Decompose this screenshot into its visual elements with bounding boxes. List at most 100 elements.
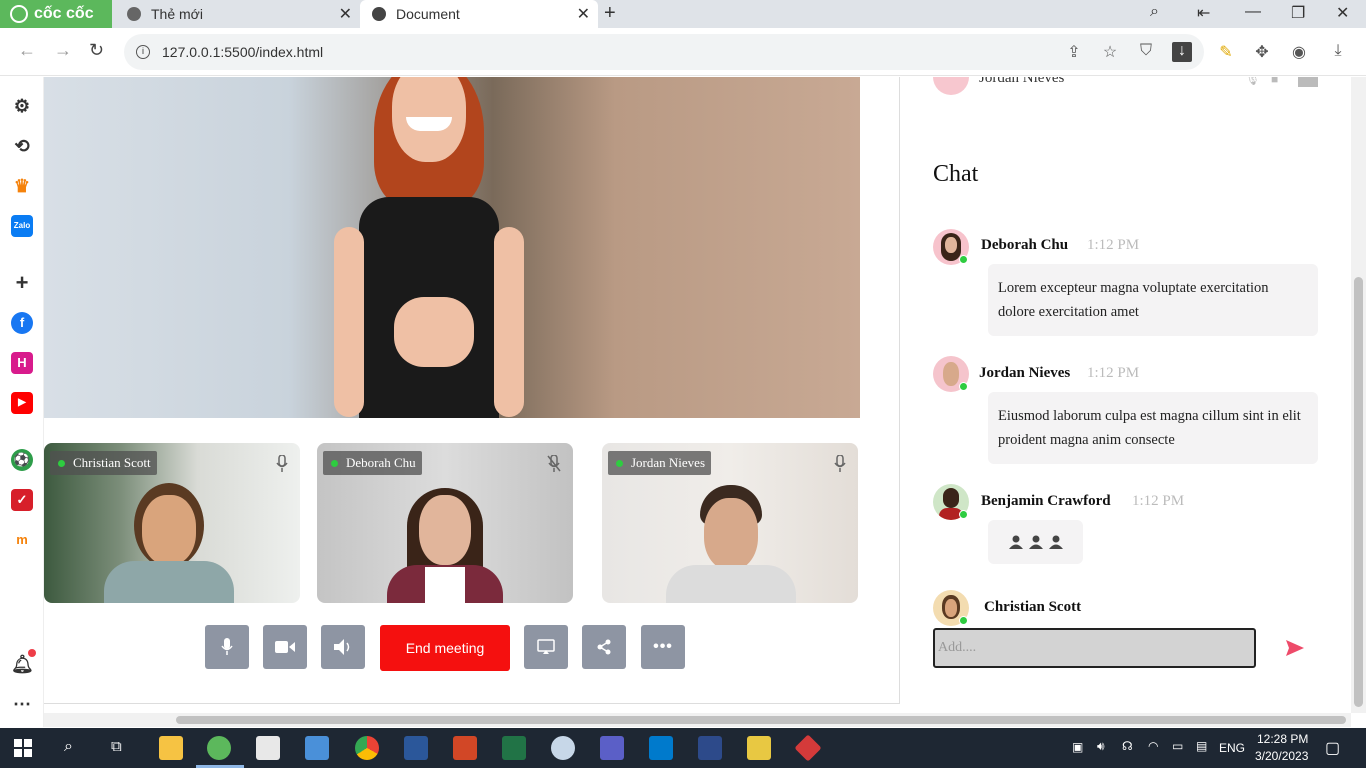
close-icon[interactable]: ✕ bbox=[339, 4, 352, 24]
ellipsis-icon: ••• bbox=[653, 638, 673, 655]
mic-toggle-button[interactable] bbox=[205, 625, 249, 669]
battery-icon[interactable]: ▭ bbox=[1172, 739, 1183, 753]
message-author: Benjamin Crawford bbox=[981, 493, 1111, 509]
back-arrow-icon[interactable]: ⇤ bbox=[1197, 3, 1210, 23]
soccer-icon[interactable]: ⚽ bbox=[11, 449, 33, 471]
chat-message-input[interactable] bbox=[933, 628, 1256, 668]
clock-date[interactable]: 3/20/2023 bbox=[1255, 749, 1308, 763]
tab-document[interactable]: Document ✕ bbox=[360, 0, 598, 28]
search-icon[interactable]: ⌕ bbox=[64, 738, 73, 756]
speaker-figure bbox=[334, 77, 524, 418]
download-page-icon[interactable]: ↓ bbox=[1172, 42, 1192, 62]
youtube-icon[interactable]: ▶ bbox=[11, 392, 33, 414]
microphone-icon bbox=[221, 638, 233, 655]
paint-icon[interactable] bbox=[551, 736, 575, 760]
restore-icon[interactable]: ❐ bbox=[1291, 3, 1305, 23]
video-camera-icon[interactable]: ■ bbox=[1271, 77, 1278, 86]
vertical-scroll-thumb[interactable] bbox=[1354, 277, 1363, 707]
network-icon[interactable]: ▤ bbox=[1196, 739, 1207, 753]
more-icon[interactable]: ⋯ bbox=[11, 693, 33, 715]
downloads-icon[interactable]: ⤓ bbox=[1328, 42, 1348, 62]
photos-icon[interactable] bbox=[305, 736, 329, 760]
search-tabs-icon[interactable]: ⌕ bbox=[1150, 3, 1159, 21]
speaker-toggle-button[interactable] bbox=[321, 625, 365, 669]
dev-app-icon[interactable] bbox=[698, 736, 722, 760]
vertical-scrollbar[interactable] bbox=[1351, 77, 1366, 713]
address-bar-row: ← → ↻ i 127.0.0.1:5500/index.html ⇪ ☆ ⛉ … bbox=[0, 28, 1366, 76]
reload-icon[interactable]: ↻ bbox=[89, 40, 104, 61]
participant-top bbox=[425, 567, 465, 603]
word-icon[interactable] bbox=[404, 736, 428, 760]
shop-icon[interactable]: m bbox=[11, 529, 33, 551]
meeting-stage: Christian Scott Deborah Chu Jordan Nieve… bbox=[44, 77, 900, 704]
wifi-icon[interactable]: ◠ bbox=[1148, 739, 1158, 753]
back-icon[interactable]: ← bbox=[18, 40, 36, 61]
vscode-icon[interactable] bbox=[649, 736, 673, 760]
headset-icon[interactable]: ☊ bbox=[1122, 739, 1133, 753]
cast-screen-button[interactable] bbox=[524, 625, 568, 669]
more-icon[interactable] bbox=[1298, 77, 1318, 87]
camera-toggle-button[interactable] bbox=[263, 625, 307, 669]
bookmark-star-icon[interactable]: ☆ bbox=[1100, 42, 1120, 62]
facebook-icon[interactable]: f bbox=[11, 312, 33, 334]
coccoc-brand[interactable]: cốc cốc bbox=[0, 0, 112, 28]
snip-tool-icon[interactable] bbox=[747, 736, 771, 760]
shield-icon[interactable]: ⛉ bbox=[1136, 42, 1156, 62]
close-icon[interactable]: ✕ bbox=[577, 4, 590, 24]
crown-icon[interactable]: ♛ bbox=[11, 175, 33, 197]
microphone-icon[interactable] bbox=[834, 455, 846, 473]
zalo-icon[interactable]: Zalo bbox=[11, 215, 33, 237]
microphone-icon[interactable]: 🎙︎ bbox=[1245, 77, 1260, 86]
participant-tile[interactable]: Deborah Chu bbox=[317, 443, 573, 603]
windows-start-icon[interactable] bbox=[14, 739, 32, 757]
new-tab-plus-icon[interactable]: + bbox=[604, 2, 616, 25]
end-meeting-button[interactable]: End meeting bbox=[380, 625, 510, 671]
git-icon[interactable] bbox=[794, 734, 822, 762]
powerpoint-icon[interactable] bbox=[453, 736, 477, 760]
extensions-icon[interactable]: ✥ bbox=[1252, 42, 1272, 62]
coccoc-favicon-icon bbox=[127, 7, 141, 21]
clock-time[interactable]: 12:28 PM bbox=[1257, 732, 1308, 746]
main-video[interactable] bbox=[44, 77, 860, 418]
microphone-icon[interactable] bbox=[276, 455, 288, 473]
site-info-icon[interactable]: i bbox=[136, 45, 150, 59]
add-icon[interactable]: + bbox=[11, 272, 33, 294]
language-indicator[interactable]: ENG bbox=[1219, 741, 1245, 755]
chrome-icon[interactable] bbox=[355, 736, 379, 760]
window-close-icon[interactable]: ✕ bbox=[1336, 3, 1349, 23]
user-icon bbox=[1008, 535, 1023, 549]
notifications-icon[interactable]: ▢ bbox=[1325, 738, 1340, 758]
file-explorer-icon[interactable] bbox=[159, 736, 183, 760]
more-options-button[interactable]: ••• bbox=[641, 625, 685, 669]
url-field[interactable]: i 127.0.0.1:5500/index.html bbox=[124, 34, 1204, 70]
task-view-icon[interactable]: ⧉ bbox=[111, 738, 122, 755]
minimize-icon[interactable]: — bbox=[1245, 3, 1261, 21]
share-icon[interactable]: ⇪ bbox=[1064, 42, 1084, 62]
profile-icon[interactable]: ◉ bbox=[1289, 42, 1309, 62]
send-icon[interactable] bbox=[1286, 640, 1304, 656]
horizontal-scrollbar[interactable] bbox=[44, 713, 1351, 727]
participant-shirt bbox=[104, 561, 234, 603]
tab-new-tab[interactable]: Thẻ mới ✕ bbox=[115, 0, 360, 28]
participant-tile[interactable]: Christian Scott bbox=[44, 443, 300, 603]
participant-tile[interactable]: Jordan Nieves bbox=[602, 443, 858, 603]
check-app-icon[interactable]: ✓ bbox=[11, 489, 33, 511]
online-dot bbox=[959, 616, 968, 625]
participant-name-tag: Deborah Chu bbox=[323, 451, 422, 475]
history-icon[interactable]: ⟲ bbox=[11, 135, 33, 157]
share-button[interactable] bbox=[582, 625, 626, 669]
message-time: 1:12 PM bbox=[1087, 365, 1140, 381]
coccoc-taskbar-icon[interactable] bbox=[207, 736, 231, 760]
horizontal-scroll-thumb[interactable] bbox=[176, 716, 1346, 724]
calculator-icon[interactable] bbox=[256, 736, 280, 760]
volume-icon[interactable]: 🔊︎ bbox=[1097, 739, 1105, 754]
h-app-icon[interactable]: H bbox=[11, 352, 33, 374]
forward-icon[interactable]: → bbox=[54, 40, 72, 61]
teams-tray-icon[interactable]: ▣ bbox=[1072, 740, 1083, 754]
notes-icon[interactable]: ✎ bbox=[1216, 42, 1236, 62]
teams-icon[interactable] bbox=[600, 736, 624, 760]
excel-icon[interactable] bbox=[502, 736, 526, 760]
microphone-muted-icon[interactable] bbox=[547, 455, 561, 473]
participant-face bbox=[142, 495, 196, 565]
gear-icon[interactable]: ⚙ bbox=[11, 95, 33, 117]
